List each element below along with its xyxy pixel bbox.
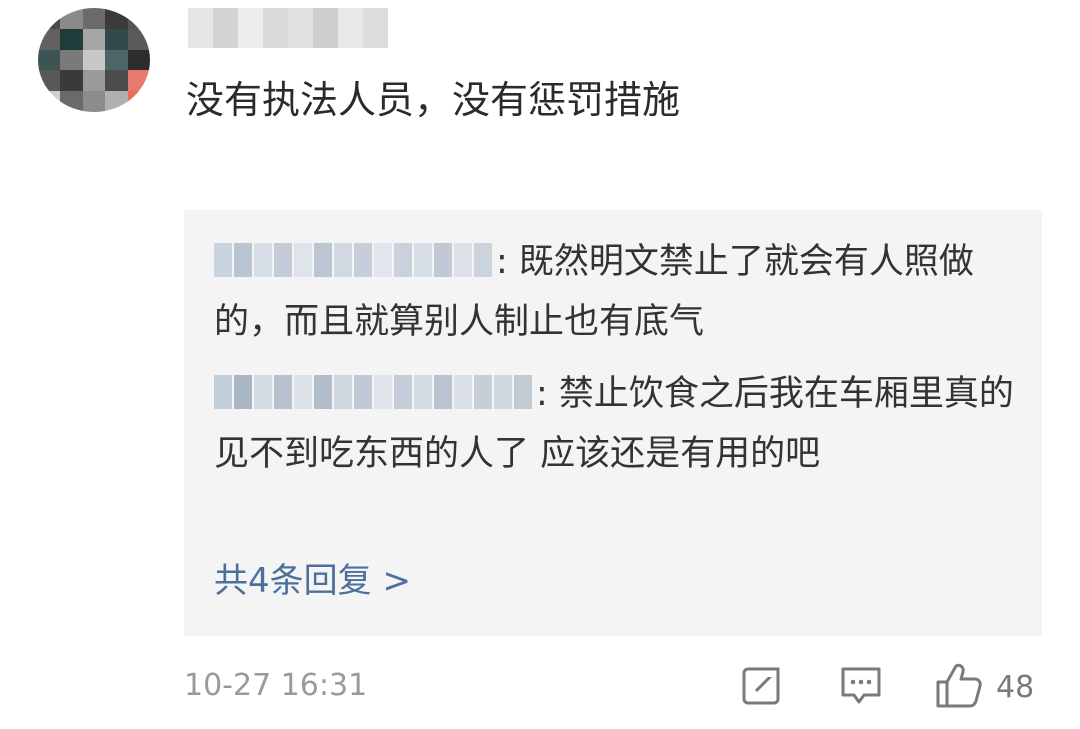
share-icon [740,663,784,711]
timestamp: 10-27 16:31 [184,668,368,703]
comment-card: 没有执法人员，没有惩罚措施 : 既然明文禁止了就会有人照做的，而且就算别人制止也… [0,0,1080,729]
avatar[interactable] [38,8,150,112]
comment-text: 没有执法人员，没有惩罚措施 [186,78,681,122]
reply-username-blurred[interactable] [214,236,494,277]
reply-item[interactable]: : 禁止饮食之后我在车厢里真的见不到吃东西的人了 应该还是有用的吧 [214,364,1024,484]
thumbs-up-icon [934,660,984,714]
replies-panel[interactable]: : 既然明文禁止了就会有人照做的，而且就算别人制止也有底气 : 禁止饮食之后我在… [184,210,1042,636]
like-count: 48 [996,669,1035,705]
comment-icon [838,662,884,712]
reply-username-blurred[interactable] [214,368,534,409]
share-button[interactable] [740,662,784,712]
comment-footer: 10-27 16:31 48 [184,662,1042,712]
reply-separator: : [536,374,548,414]
reply-item[interactable]: : 既然明文禁止了就会有人照做的，而且就算别人制止也有底气 [214,232,1024,352]
reply-button[interactable] [838,662,884,712]
like-button[interactable]: 48 [934,662,1034,712]
username-blurred[interactable] [188,8,388,48]
view-more-replies-link[interactable]: 共4条回复 > [214,557,411,605]
reply-separator: : [496,242,508,282]
